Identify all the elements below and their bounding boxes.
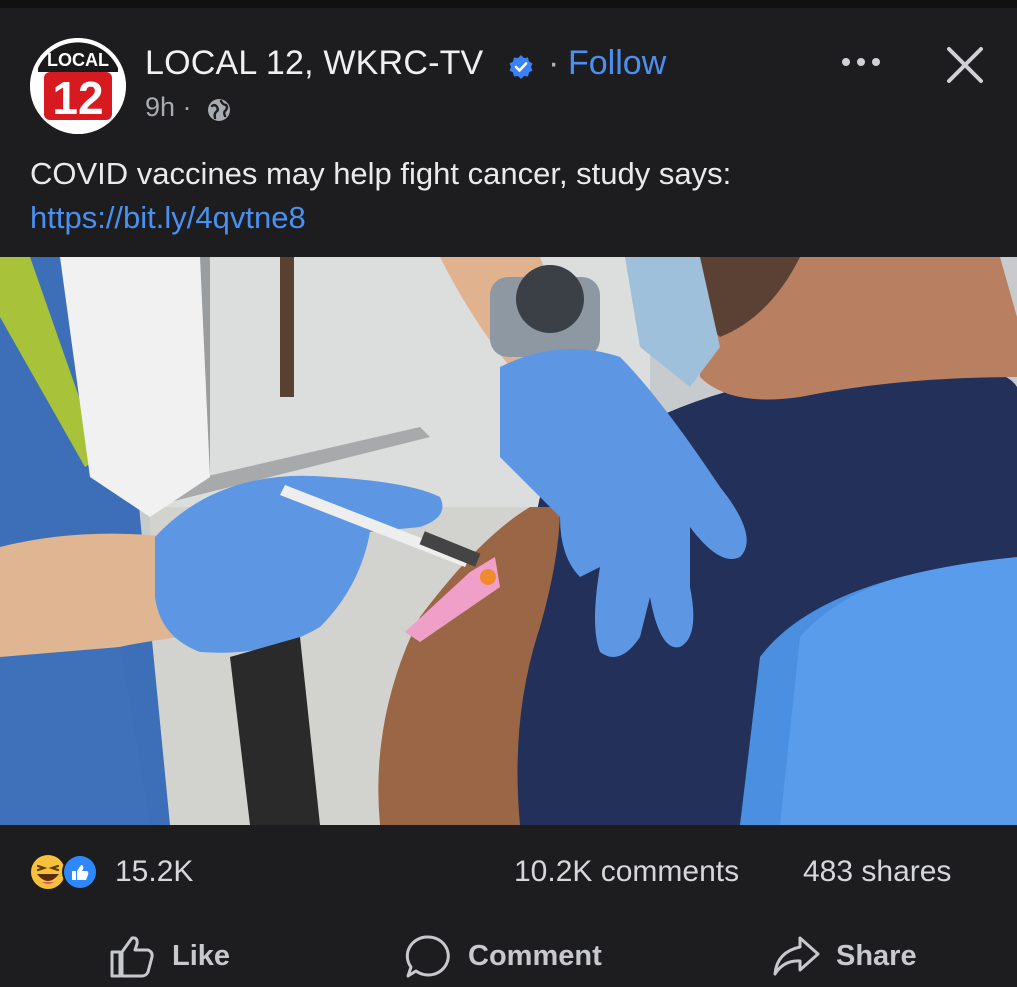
separator-dot: · — [548, 44, 560, 82]
post-image[interactable] — [0, 257, 1017, 825]
follow-button[interactable]: Follow — [568, 44, 666, 83]
comment-button[interactable]: Comment — [404, 928, 602, 984]
post-caption: COVID vaccines may help fight cancer, st… — [30, 152, 990, 240]
caption-text: COVID vaccines may help fight cancer, st… — [30, 156, 732, 191]
page-avatar[interactable]: LOCAL 12 — [30, 38, 126, 134]
reaction-count[interactable]: 15.2K — [115, 855, 193, 889]
comments-count[interactable]: 10.2K comments — [514, 855, 739, 889]
post-card: LOCAL 12 LOCAL 12, WKRC-TV · Follow 9h ·… — [0, 0, 1017, 987]
vaccination-photo — [0, 257, 1017, 825]
haha-emoji-icon — [31, 855, 65, 889]
share-arrow-icon — [773, 936, 820, 976]
more-options-icon[interactable] — [836, 40, 886, 80]
shares-count[interactable]: 483 shares — [803, 855, 951, 889]
top-divider — [0, 0, 1017, 8]
comment-icon — [405, 935, 450, 978]
comment-label: Comment — [468, 939, 602, 972]
page-name[interactable]: LOCAL 12, WKRC-TV — [145, 44, 483, 83]
logo-number: 12 — [52, 72, 103, 124]
like-button[interactable]: Like — [108, 928, 230, 984]
logo-word: LOCAL — [47, 50, 109, 70]
share-label: Share — [836, 939, 917, 972]
post-timestamp[interactable]: 9h · — [145, 92, 192, 123]
globe-icon — [208, 99, 230, 121]
like-label: Like — [172, 939, 231, 972]
like-reaction-icon — [62, 854, 98, 890]
thumbs-up-icon — [110, 936, 154, 978]
close-icon[interactable] — [940, 40, 990, 90]
share-button[interactable]: Share — [772, 928, 917, 984]
reaction-icons[interactable] — [28, 852, 108, 892]
local12-logo: LOCAL 12 — [30, 38, 126, 134]
caption-link[interactable]: https://bit.ly/4qvtne8 — [30, 200, 306, 235]
verified-badge-icon — [509, 55, 533, 79]
